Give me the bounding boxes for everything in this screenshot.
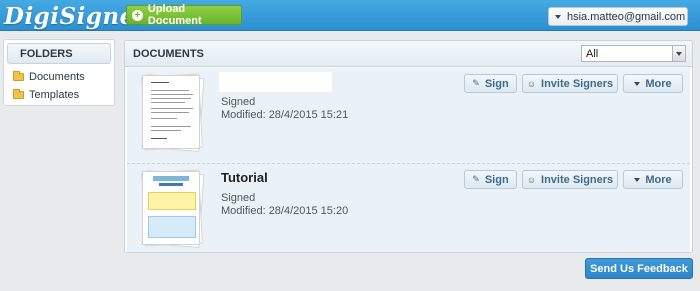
folder-item-templates[interactable]: Templates [4,86,114,104]
invite-signers-button[interactable]: ☺ Invite Signers [522,74,618,93]
document-thumbnail[interactable] [141,73,205,152]
plus-icon: + [132,9,143,21]
invite-signers-button[interactable]: ☺ Invite Signers [522,170,618,189]
document-modified: Modified: 28/4/2015 15:21 [221,109,349,121]
filter-select[interactable]: All [581,45,686,62]
pen-icon: ✎ [472,174,480,184]
folder-icon [13,89,24,99]
user-email: hsia.matteo@gmail.com [567,10,686,23]
folder-icon [13,71,24,81]
document-status: Signed [221,192,256,204]
documents-panel: DOCUMENTS All Signed Modified: 28/4/2015… [124,40,693,253]
folder-label: Documents [29,71,85,83]
caret-down-icon [634,177,641,182]
sign-label: Sign [484,77,509,90]
documents-header: DOCUMENTS All [125,41,692,67]
folder-item-documents[interactable]: Documents [4,68,114,86]
upload-label: Upload Document [147,3,202,27]
document-thumbnail[interactable] [141,169,205,248]
document-modified: Modified: 28/4/2015 15:20 [221,205,349,217]
user-icon: ☺ [526,78,537,89]
more-button[interactable]: More [623,170,683,189]
invite-label: Invite Signers [541,77,614,90]
sign-label: Sign [484,173,509,186]
document-name[interactable] [219,72,332,92]
user-icon: ☺ [526,174,537,185]
document-row[interactable]: Signed Modified: 28/4/2015 15:21 ✎ Sign … [127,68,690,163]
caret-down-icon [555,14,561,19]
upload-document-button[interactable]: + Upload Document [126,3,242,27]
folders-panel: FOLDERS Documents Templates [3,39,115,106]
sign-button[interactable]: ✎ Sign [464,170,517,189]
select-arrow-icon [672,46,685,61]
caret-down-icon [634,81,641,86]
more-label: More [645,173,672,186]
documents-title: DOCUMENTS [133,48,204,60]
user-menu-dropdown[interactable]: hsia.matteo@gmail.com [548,7,688,26]
more-button[interactable]: More [623,74,683,93]
folder-label: Templates [29,89,80,101]
pen-icon: ✎ [472,78,480,88]
sign-button[interactable]: ✎ Sign [464,74,517,93]
document-row[interactable]: Tutorial Signed Modified: 28/4/2015 15:2… [127,163,690,252]
document-status: Signed [221,96,256,108]
invite-label: Invite Signers [541,173,614,186]
filter-value: All [586,48,599,60]
document-name[interactable]: Tutorial [221,170,268,185]
send-feedback-button[interactable]: Send Us Feedback [585,258,693,279]
top-bar: DigiSigner + Upload Document hsia.matteo… [0,0,700,31]
more-label: More [645,77,672,90]
folders-title: FOLDERS [7,43,111,64]
